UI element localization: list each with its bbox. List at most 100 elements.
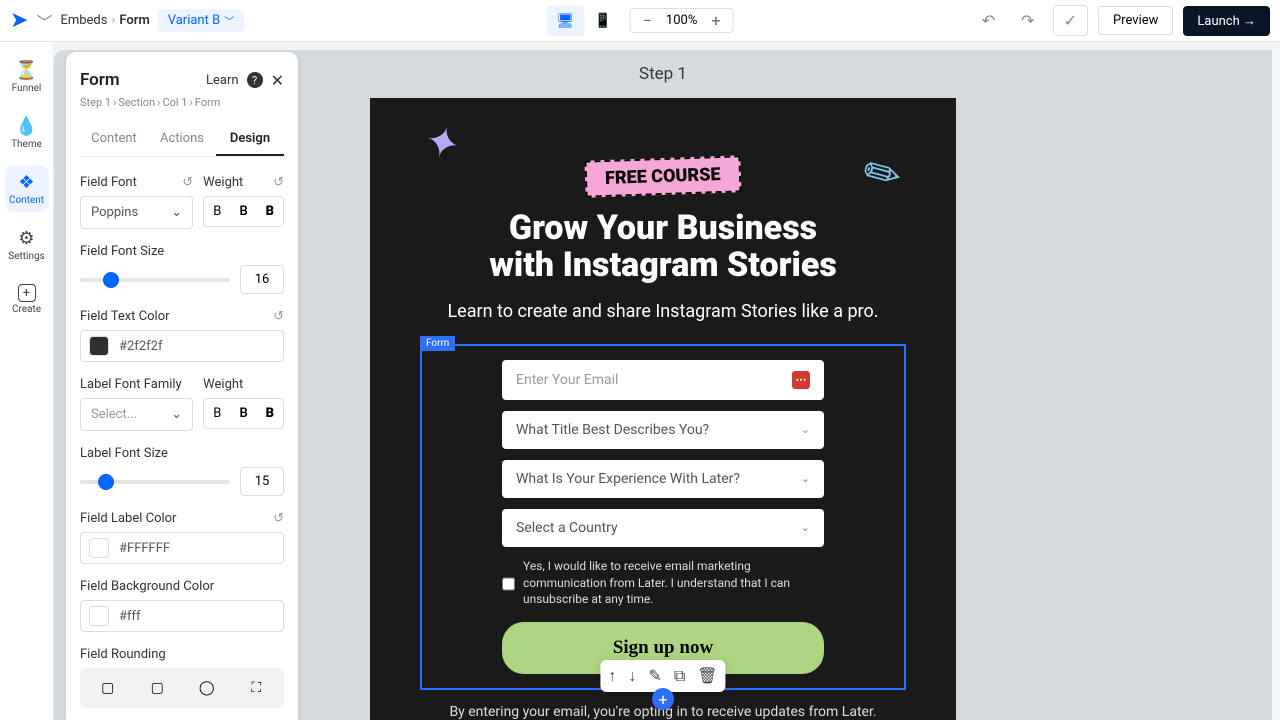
chevron-down-icon: ⌄ (801, 423, 810, 436)
variant-label: Variant B (168, 13, 220, 28)
close-icon[interactable]: ✕ (271, 71, 284, 90)
rail-settings[interactable]: ⚙Settings (5, 222, 49, 268)
field-font-select[interactable]: Poppins⌄ (80, 196, 193, 229)
subheadline: Learn to create and share Instagram Stor… (420, 301, 906, 322)
rounding-buttons: ▢ ▢ ◯ ⛶ (80, 668, 284, 708)
field-bg-color-label: Field Background Color (80, 579, 214, 594)
tab-design[interactable]: Design (216, 123, 284, 156)
chevron-down-icon[interactable]: ﹀ (36, 9, 52, 33)
topbar-right: ↶ ↷ ✓ Preview Launch → (974, 5, 1270, 36)
learn-link[interactable]: Learn (206, 73, 239, 88)
field-text-color-input[interactable]: #2f2f2f (80, 330, 284, 362)
move-down-icon[interactable]: ↓ (628, 666, 636, 686)
left-rail: ⏳ Funnel 💧 Theme ❖Content ⚙Settings + Creat… (0, 42, 54, 720)
variant-selector[interactable]: Variant B ﹀ (158, 9, 244, 32)
field-label-color-input[interactable]: #FFFFFF (80, 532, 284, 564)
breadcrumb: Embeds › Form (60, 13, 149, 28)
weight-label: Weight (203, 175, 243, 190)
edit-icon[interactable]: ✎ (648, 666, 661, 686)
redo-icon[interactable]: ↷ (1013, 5, 1042, 36)
rail-create[interactable]: + Create (5, 278, 49, 321)
zoom-in-button[interactable]: + (707, 11, 724, 30)
zoom-out-button[interactable]: − (639, 11, 656, 30)
panel-title: Form (80, 70, 120, 90)
weight-bold[interactable]: B (230, 399, 256, 428)
label-font-family-label: Label Font Family (80, 377, 182, 392)
preview-button[interactable]: Preview (1098, 6, 1173, 35)
undo-icon[interactable]: ↶ (974, 5, 1003, 36)
rail-label: Settings (8, 251, 45, 262)
weight-bold[interactable]: B (230, 197, 256, 226)
reset-icon[interactable]: ↺ (273, 175, 284, 190)
funnel-icon: ⏳ (15, 60, 37, 81)
desktop-icon[interactable]: 🖥 (547, 6, 585, 36)
chevron-down-icon: ⌄ (801, 521, 810, 534)
duplicate-icon[interactable]: ⧉ (674, 666, 685, 686)
tab-content[interactable]: Content (80, 123, 148, 156)
headline: Grow Your Businesswith Instagram Stories (420, 210, 906, 285)
chevron-down-icon: ⌄ (171, 407, 182, 422)
color-value: #FFFFFF (119, 541, 170, 556)
breadcrumb-embeds[interactable]: Embeds (60, 13, 107, 28)
reset-icon[interactable]: ↺ (273, 511, 284, 526)
breadcrumb-form[interactable]: Form (119, 13, 149, 28)
tab-actions[interactable]: Actions (148, 123, 216, 156)
add-element-button[interactable]: + (652, 688, 674, 710)
reset-icon[interactable]: ↺ (182, 175, 193, 190)
form-tag: Form (420, 336, 455, 351)
rail-label: Theme (11, 139, 42, 150)
field-font-size-input[interactable] (240, 265, 284, 294)
weight-label: Weight (203, 377, 243, 392)
help-icon[interactable]: ? (247, 72, 263, 88)
check-button[interactable]: ✓ (1053, 5, 1088, 36)
color-value: #2f2f2f (119, 339, 162, 354)
consent-text: Yes, I would like to receive email marke… (523, 558, 824, 608)
launch-button[interactable]: Launch → (1183, 6, 1270, 36)
rounding-none[interactable]: ▢ (84, 672, 132, 704)
consent-checkbox[interactable] (502, 560, 515, 608)
field-font-size-slider[interactable] (80, 278, 230, 282)
rail-theme[interactable]: 💧 Theme (5, 110, 49, 156)
select-label: What Title Best Describes You? (516, 422, 709, 438)
select-label: What Is Your Experience With Later? (516, 471, 740, 487)
weight-black[interactable]: B (257, 197, 283, 226)
rounding-full[interactable]: ⛶ (233, 672, 281, 704)
rounding-small[interactable]: ▢ (134, 672, 182, 704)
mobile-icon[interactable]: 📱 (584, 6, 621, 36)
delete-icon[interactable]: 🗑 (697, 666, 717, 686)
move-up-icon[interactable]: ↑ (608, 666, 616, 686)
chevron-right-icon: › (111, 13, 115, 28)
field-font-label: Field Font (80, 175, 137, 190)
rail-funnel[interactable]: ⏳ Funnel (5, 54, 49, 100)
color-swatch (89, 336, 109, 356)
free-course-badge: FREE COURSE (585, 155, 742, 197)
country-select[interactable]: Select a Country⌄ (502, 509, 824, 547)
field-menu-icon[interactable]: ⋯ (792, 371, 810, 389)
label-font-family-select[interactable]: Select...⌄ (80, 398, 193, 431)
page-preview: ✦ ✎ FREE COURSE Grow Your Businesswith I… (370, 98, 956, 720)
rail-label: Funnel (12, 83, 42, 94)
form-region[interactable]: Form Enter Your Email ⋯ What Title Best … (420, 344, 906, 690)
zoom-level: 100% (666, 13, 697, 28)
consent-row: Yes, I would like to receive email marke… (502, 558, 824, 608)
rail-content[interactable]: ❖Content (5, 166, 49, 212)
reset-icon[interactable]: ↺ (273, 309, 284, 324)
rail-label: Create (12, 304, 41, 315)
weight-regular[interactable]: B (204, 197, 230, 226)
label-font-size-input[interactable] (240, 467, 284, 496)
app-logo[interactable]: ➤ (10, 8, 28, 33)
experience-select[interactable]: What Is Your Experience With Later?⌄ (502, 460, 824, 498)
email-field[interactable]: Enter Your Email ⋯ (502, 360, 824, 400)
label-font-size-slider[interactable] (80, 480, 230, 484)
weight-black[interactable]: B (257, 399, 283, 428)
title-select[interactable]: What Title Best Describes You? ⌄ (502, 411, 824, 449)
rounding-pill[interactable]: ◯ (183, 672, 231, 704)
weight-regular[interactable]: B (204, 399, 230, 428)
label-font-size-label: Label Font Size (80, 446, 168, 461)
design-panel: Form Learn ? ✕ Step 1›Section›Col 1›Form… (66, 52, 298, 720)
field-rounding-label: Field Rounding (80, 647, 166, 662)
field-bg-color-input[interactable]: #fff (80, 600, 284, 632)
field-label-color-label: Field Label Color (80, 511, 176, 526)
create-icon: + (18, 284, 36, 302)
theme-icon: 💧 (15, 116, 37, 137)
